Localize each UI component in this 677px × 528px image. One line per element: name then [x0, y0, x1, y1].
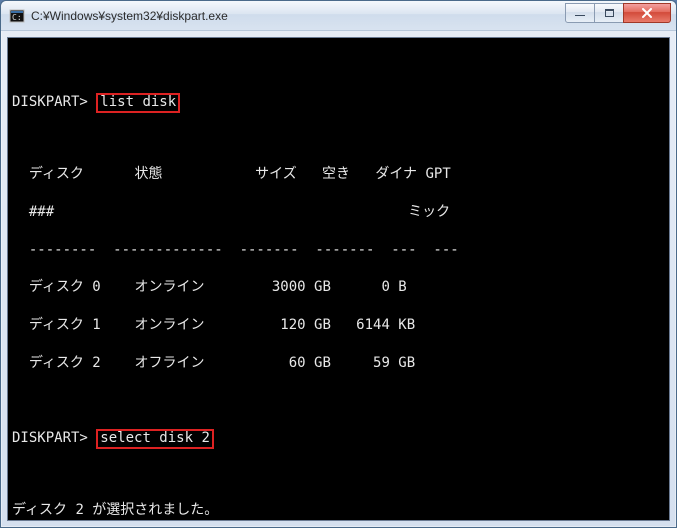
- minimize-button[interactable]: —: [565, 3, 595, 23]
- prompt: DISKPART>: [12, 94, 88, 110]
- table-row: ディスク 0 オンライン 3000 GB 0 B: [12, 278, 663, 297]
- maximize-button[interactable]: [594, 3, 624, 23]
- minimize-icon: —: [575, 11, 585, 21]
- titlebar[interactable]: C: C:¥Windows¥system32¥diskpart.exe —: [1, 1, 676, 31]
- close-icon: [641, 8, 653, 18]
- window-controls: —: [566, 3, 671, 23]
- table-header-1: ディスク 状態 サイズ 空き ダイナ GPT: [12, 165, 663, 184]
- command-list-disk: list disk: [96, 93, 180, 113]
- terminal-area[interactable]: DISKPART> list disk ディスク 状態 サイズ 空き ダイナ G…: [7, 37, 670, 521]
- command-select-disk: select disk 2: [96, 429, 214, 449]
- maximize-icon: [605, 9, 614, 17]
- prompt: DISKPART>: [12, 430, 88, 446]
- terminal-output: DISKPART> list disk ディスク 状態 サイズ 空き ダイナ G…: [8, 38, 669, 521]
- table-header-2: ### ミック: [12, 203, 663, 222]
- close-button[interactable]: [623, 3, 671, 23]
- window-title: C:¥Windows¥system32¥diskpart.exe: [31, 9, 566, 23]
- app-icon: C:: [9, 8, 25, 24]
- table-row: ディスク 1 オンライン 120 GB 6144 KB: [12, 316, 663, 335]
- table-row: ディスク 2 オフライン 60 GB 59 GB: [12, 354, 663, 373]
- console-window: C: C:¥Windows¥system32¥diskpart.exe — DI…: [0, 0, 677, 528]
- table-separator: -------- ------------- ------- ------- -…: [12, 241, 663, 260]
- message: ディスク 2 が選択されました。: [12, 501, 663, 520]
- svg-text:C:: C:: [12, 13, 22, 22]
